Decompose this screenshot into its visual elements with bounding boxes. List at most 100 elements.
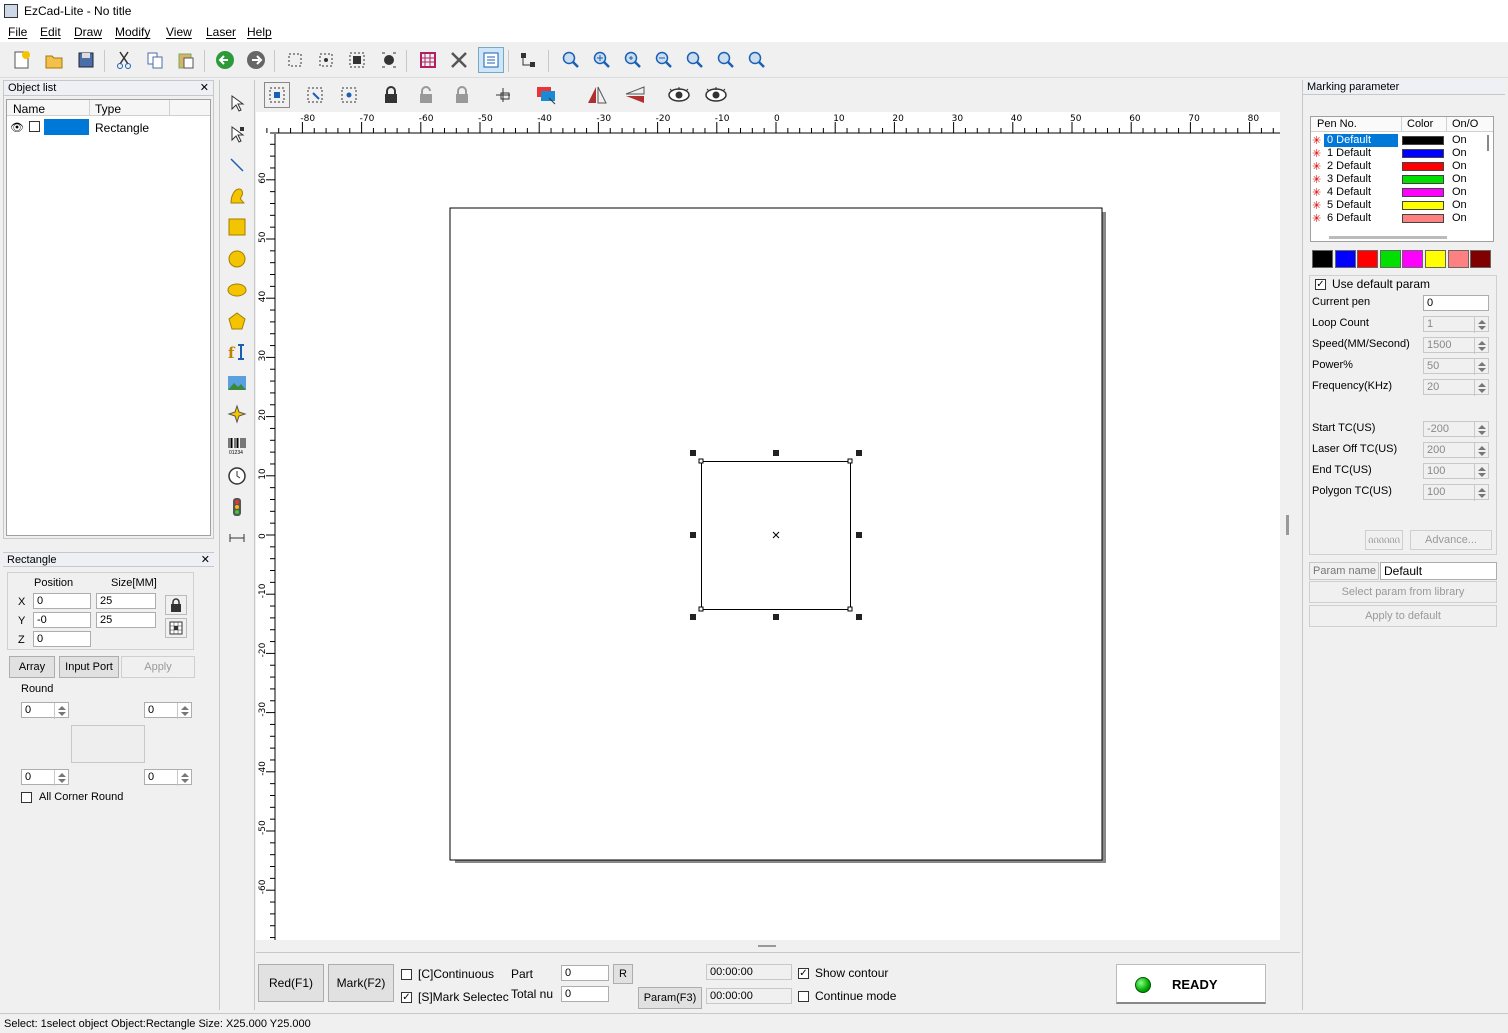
power-input[interactable]: 50 <box>1423 358 1489 375</box>
palette-swatch[interactable] <box>1447 250 1469 268</box>
mirror-horizontal-icon[interactable] <box>584 82 610 108</box>
list-icon[interactable] <box>478 47 504 73</box>
snap-grid-icon[interactable] <box>264 82 290 108</box>
unlock-all-icon[interactable] <box>449 82 475 108</box>
palette-swatch[interactable] <box>1470 250 1492 268</box>
io-port-icon[interactable] <box>226 496 248 518</box>
select-all-icon[interactable] <box>282 47 308 73</box>
param-button[interactable]: Param(F3) <box>638 987 702 1009</box>
show-contour-checkbox[interactable]: ✓ <box>798 968 809 979</box>
total-input[interactable]: 0 <box>561 986 609 1002</box>
end-tc-input[interactable]: 100 <box>1423 463 1489 480</box>
col-name[interactable]: Name <box>13 102 45 116</box>
zoom-in-icon[interactable] <box>589 47 615 73</box>
pen-list-hscroll[interactable] <box>1329 236 1447 239</box>
lock-icon[interactable] <box>378 82 404 108</box>
menu-help[interactable]: Help <box>247 25 272 39</box>
barcode-tool-icon[interactable]: 01234 <box>226 434 248 456</box>
table-row[interactable]: 👁 Rectangle <box>7 119 210 135</box>
undo-icon[interactable] <box>212 47 238 73</box>
menu-modify[interactable]: Modify <box>115 25 150 39</box>
current-pen-input[interactable]: 0 <box>1423 295 1489 311</box>
continuous-checkbox[interactable] <box>401 969 412 980</box>
use-default-checkbox[interactable]: ✓ <box>1315 279 1326 290</box>
row-checkbox[interactable] <box>29 121 40 132</box>
zoom-all-icon[interactable] <box>682 47 708 73</box>
snap-guide-icon[interactable] <box>336 82 362 108</box>
vector-file-icon[interactable] <box>226 403 248 425</box>
palette-swatch[interactable] <box>1312 250 1333 268</box>
timer-tool-icon[interactable] <box>226 465 248 487</box>
lock-ratio-icon[interactable] <box>165 595 187 615</box>
polygon-tc-input[interactable]: 100 <box>1423 484 1489 501</box>
round-bl-input[interactable]: 0 <box>21 769 69 786</box>
palette-swatch[interactable] <box>1379 250 1401 268</box>
pen-row[interactable]: ✳ 6 Default On <box>1311 212 1489 225</box>
splitter-h[interactable] <box>758 945 776 947</box>
mirror-vertical-icon[interactable] <box>622 82 648 108</box>
eye-icon[interactable]: 👁 <box>10 121 24 134</box>
layer-color-icon[interactable] <box>534 82 560 108</box>
palette-swatch[interactable] <box>1357 250 1379 268</box>
pen-row[interactable]: ✳ 5 Default On <box>1311 199 1489 212</box>
copy-icon[interactable] <box>142 47 168 73</box>
zoom-window-icon[interactable] <box>620 47 646 73</box>
polygon-tool-icon[interactable] <box>226 310 248 332</box>
close-icon[interactable]: ✕ <box>200 81 209 95</box>
cut-icon[interactable] <box>111 47 137 73</box>
select-invert-icon[interactable] <box>313 47 339 73</box>
start-tc-input[interactable]: -200 <box>1423 421 1489 438</box>
round-tr-input[interactable]: 0 <box>144 702 192 719</box>
drawing-canvas[interactable]: -80 -70 -60 -50 -40 -30 -20 -10 0 10 20 30 40 50 60 70 8… <box>256 112 1280 940</box>
reset-part-button[interactable]: R <box>613 964 633 984</box>
zoom-selected-icon[interactable] <box>744 47 770 73</box>
tools-icon[interactable] <box>446 47 472 73</box>
advance-button[interactable]: Advance... <box>1410 530 1492 550</box>
menu-view[interactable]: View <box>166 25 192 39</box>
pen-row[interactable]: ✳ 0 Default On <box>1311 134 1489 147</box>
select-from-library-button[interactable]: Select param from library <box>1309 581 1497 603</box>
save-icon[interactable] <box>73 47 99 73</box>
menu-edit[interactable]: Edit <box>40 25 61 39</box>
set-origin-icon[interactable] <box>490 82 516 108</box>
line-tool-icon[interactable] <box>226 154 248 176</box>
mark-selected-checkbox[interactable]: ✓ <box>401 992 412 1003</box>
snap-object-icon[interactable] <box>302 82 328 108</box>
all-corner-round-checkbox[interactable] <box>21 792 32 803</box>
col-type[interactable]: Type <box>95 102 121 116</box>
round-tl-input[interactable]: 0 <box>21 702 69 719</box>
round-br-input[interactable]: 0 <box>144 769 192 786</box>
dimension-tool-icon[interactable] <box>226 527 248 549</box>
new-file-icon[interactable] <box>9 47 35 73</box>
apply-button[interactable]: Apply <box>121 656 195 678</box>
palette-swatch[interactable] <box>1334 250 1356 268</box>
zoom-icon[interactable] <box>558 47 584 73</box>
apply-to-default-button[interactable]: Apply to default <box>1309 605 1497 627</box>
array-button[interactable]: Array <box>9 656 55 678</box>
select-arrow-icon[interactable] <box>226 92 248 114</box>
group-icon[interactable] <box>344 47 370 73</box>
col-pen-no[interactable]: Pen No. <box>1317 118 1357 130</box>
red-button[interactable]: Red(F1) <box>258 964 324 1002</box>
pen-row[interactable]: ✳ 2 Default On <box>1311 160 1489 173</box>
speed-input[interactable]: 1500 <box>1423 337 1489 354</box>
zoom-fit-icon[interactable] <box>713 47 739 73</box>
pen-row[interactable]: ✳ 4 Default On <box>1311 186 1489 199</box>
rectangle-tool-icon[interactable] <box>226 216 248 238</box>
continue-mode-checkbox[interactable] <box>798 991 809 1002</box>
y-position-input[interactable]: -0 <box>33 612 91 628</box>
zoom-out-icon[interactable] <box>651 47 677 73</box>
x-position-input[interactable]: 0 <box>33 593 91 609</box>
text-tool-icon[interactable]: f <box>226 341 248 363</box>
palette-swatch[interactable] <box>1402 250 1424 268</box>
col-onoff[interactable]: On/O <box>1452 118 1478 130</box>
circle-tool-icon[interactable] <box>226 248 248 270</box>
redo-icon[interactable] <box>243 47 269 73</box>
menu-file[interactable]: File <box>8 25 27 39</box>
curve-tool-icon[interactable] <box>226 185 248 207</box>
splitter[interactable] <box>1286 515 1289 535</box>
y-size-input[interactable]: 25 <box>96 612 156 628</box>
unlock-icon[interactable] <box>413 82 439 108</box>
pen-row[interactable]: ✳ 1 Default On <box>1311 147 1489 160</box>
pen-row[interactable]: ✳ 3 Default On <box>1311 173 1489 186</box>
